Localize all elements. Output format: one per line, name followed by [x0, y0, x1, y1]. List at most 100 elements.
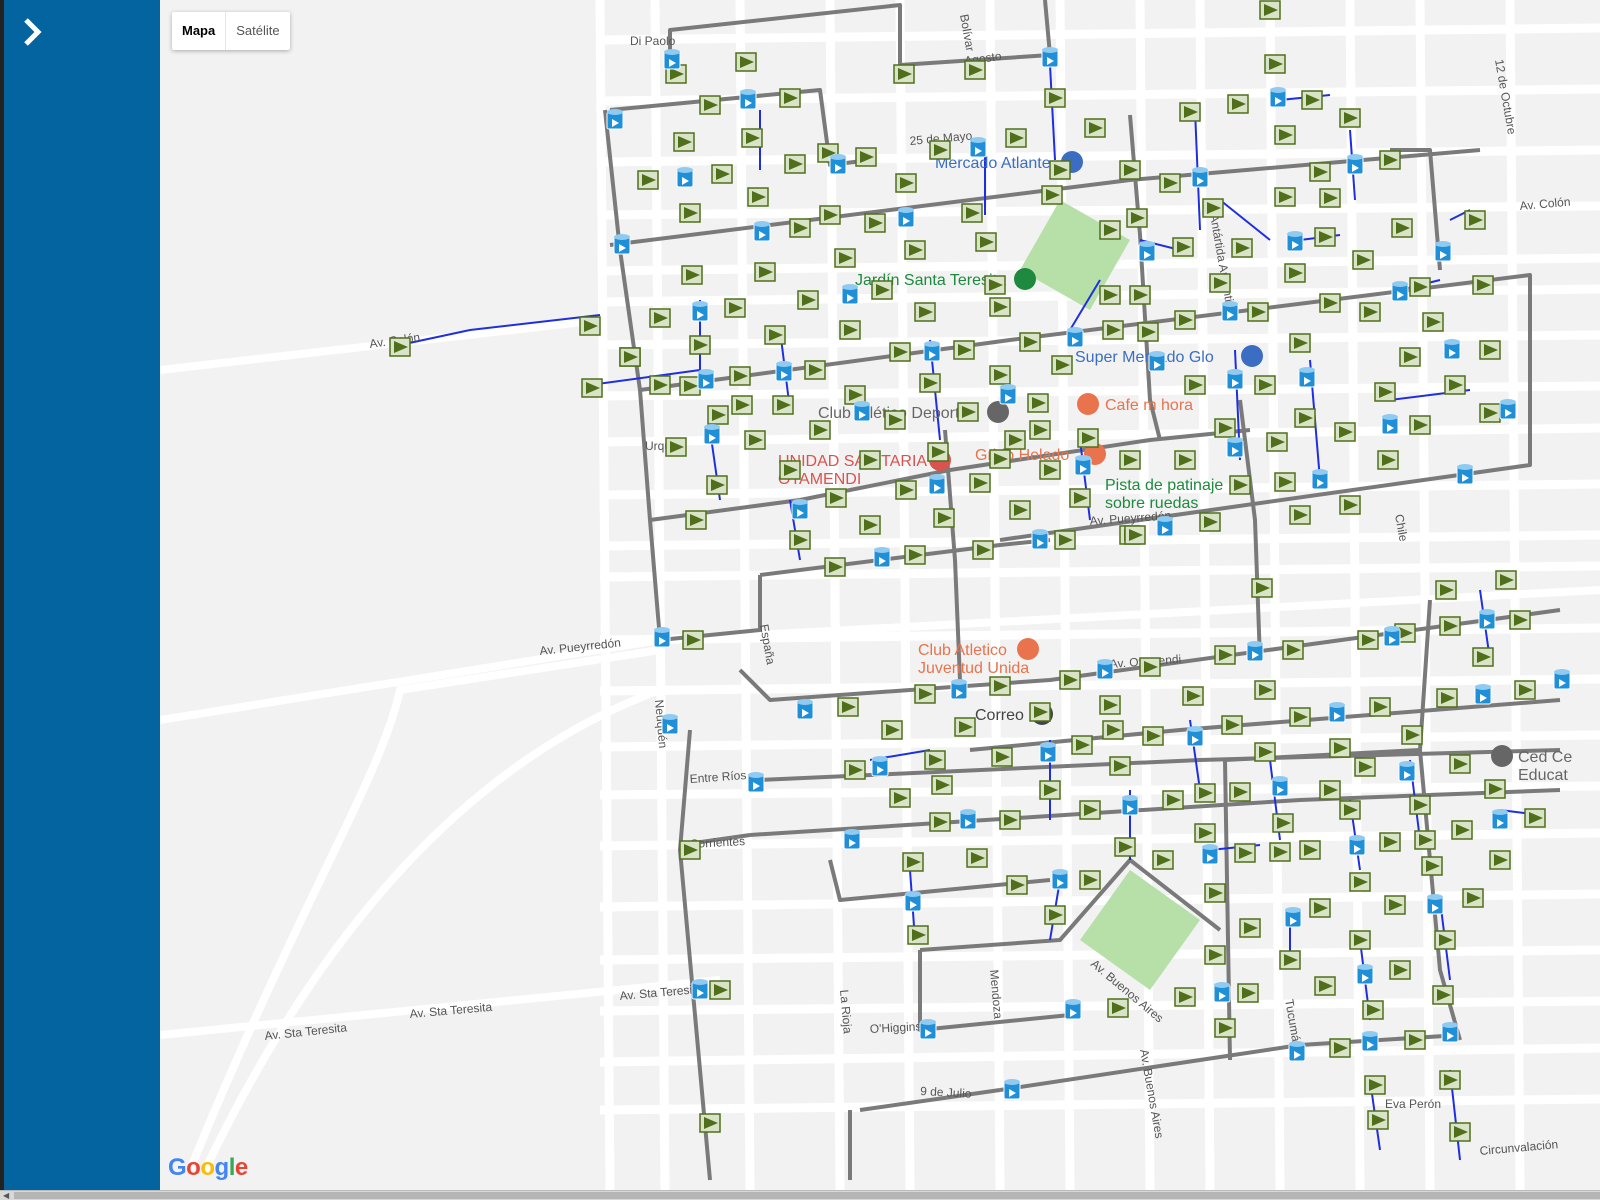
- valve-marker-icon[interactable]: [1301, 90, 1323, 110]
- tank-marker-icon[interactable]: [897, 207, 915, 228]
- valve-marker-icon[interactable]: [1214, 1018, 1236, 1038]
- valve-marker-icon[interactable]: [709, 980, 731, 1000]
- valve-marker-icon[interactable]: [649, 375, 671, 395]
- valve-marker-icon[interactable]: [1227, 94, 1249, 114]
- valve-marker-icon[interactable]: [1124, 525, 1146, 545]
- valve-marker-icon[interactable]: [1239, 918, 1261, 938]
- tank-marker-icon[interactable]: [663, 49, 681, 70]
- valve-marker-icon[interactable]: [989, 297, 1011, 317]
- valve-marker-icon[interactable]: [637, 170, 659, 190]
- valve-marker-icon[interactable]: [1247, 302, 1269, 322]
- valve-marker-icon[interactable]: [1051, 355, 1073, 375]
- valve-marker-icon[interactable]: [1005, 128, 1027, 148]
- valve-marker-icon[interactable]: [1422, 312, 1444, 332]
- valve-marker-icon[interactable]: [772, 395, 794, 415]
- valve-marker-icon[interactable]: [1214, 645, 1236, 665]
- valve-marker-icon[interactable]: [1204, 945, 1226, 965]
- tank-marker-icon[interactable]: [1391, 281, 1409, 302]
- valve-marker-icon[interactable]: [1027, 393, 1049, 413]
- valve-marker-icon[interactable]: [1289, 505, 1311, 525]
- valve-marker-icon[interactable]: [1314, 976, 1336, 996]
- tank-marker-icon[interactable]: [1138, 241, 1156, 262]
- valve-marker-icon[interactable]: [699, 1113, 721, 1133]
- tank-marker-icon[interactable]: [775, 361, 793, 382]
- valve-marker-icon[interactable]: [1259, 0, 1281, 20]
- valve-marker-icon[interactable]: [1209, 273, 1231, 293]
- valve-marker-icon[interactable]: [1129, 285, 1151, 305]
- valve-marker-icon[interactable]: [929, 812, 951, 832]
- valve-marker-icon[interactable]: [1272, 813, 1294, 833]
- valve-marker-icon[interactable]: [1009, 500, 1031, 520]
- valve-marker-icon[interactable]: [1379, 150, 1401, 170]
- expand-panel-button[interactable]: [14, 14, 50, 50]
- tank-marker-icon[interactable]: [661, 714, 679, 735]
- valve-marker-icon[interactable]: [1084, 118, 1106, 138]
- tank-marker-icon[interactable]: [1148, 351, 1166, 372]
- valve-marker-icon[interactable]: [1449, 754, 1471, 774]
- valve-marker-icon[interactable]: [1414, 830, 1436, 850]
- valve-marker-icon[interactable]: [1401, 725, 1423, 745]
- valve-marker-icon[interactable]: [1039, 780, 1061, 800]
- valve-marker-icon[interactable]: [1254, 742, 1276, 762]
- valve-marker-icon[interactable]: [679, 376, 701, 396]
- valve-marker-icon[interactable]: [904, 545, 926, 565]
- valve-marker-icon[interactable]: [889, 788, 911, 808]
- valve-marker-icon[interactable]: [1254, 375, 1276, 395]
- valve-marker-icon[interactable]: [914, 684, 936, 704]
- valve-marker-icon[interactable]: [1214, 418, 1236, 438]
- valve-marker-icon[interactable]: [819, 205, 841, 225]
- tank-marker-icon[interactable]: [928, 474, 946, 495]
- valve-marker-icon[interactable]: [1404, 1030, 1426, 1050]
- valve-marker-icon[interactable]: [929, 140, 951, 160]
- valve-marker-icon[interactable]: [1041, 185, 1063, 205]
- tank-marker-icon[interactable]: [697, 369, 715, 390]
- tank-marker-icon[interactable]: [1398, 761, 1416, 782]
- tank-marker-icon[interactable]: [1226, 369, 1244, 390]
- valve-marker-icon[interactable]: [707, 405, 729, 425]
- tree-icon[interactable]: [1014, 268, 1036, 290]
- tank-marker-icon[interactable]: [1381, 414, 1399, 435]
- valve-marker-icon[interactable]: [779, 460, 801, 480]
- valve-marker-icon[interactable]: [1029, 420, 1051, 440]
- tank-marker-icon[interactable]: [739, 89, 757, 110]
- poi-label[interactable]: Mercado Atlante: [935, 155, 1051, 172]
- valve-marker-icon[interactable]: [1284, 263, 1306, 283]
- tank-marker-icon[interactable]: [753, 221, 771, 242]
- valve-marker-icon[interactable]: [837, 697, 859, 717]
- valve-marker-icon[interactable]: [1069, 488, 1091, 508]
- tank-marker-icon[interactable]: [1246, 641, 1264, 662]
- valve-marker-icon[interactable]: [1172, 237, 1194, 257]
- tank-marker-icon[interactable]: [1298, 367, 1316, 388]
- poi-label[interactable]: Ced Ce Educat: [1518, 749, 1572, 784]
- valve-marker-icon[interactable]: [1079, 870, 1101, 890]
- valve-marker-icon[interactable]: [972, 540, 994, 560]
- tank-marker-icon[interactable]: [1441, 1022, 1459, 1043]
- valve-marker-icon[interactable]: [764, 325, 786, 345]
- valve-marker-icon[interactable]: [1524, 808, 1546, 828]
- valve-marker-icon[interactable]: [855, 147, 877, 167]
- tank-marker-icon[interactable]: [959, 809, 977, 830]
- food-icon[interactable]: [1077, 393, 1099, 415]
- tank-marker-icon[interactable]: [1031, 529, 1049, 550]
- valve-marker-icon[interactable]: [1107, 998, 1129, 1018]
- map-view-button[interactable]: Mapa: [172, 12, 225, 50]
- valve-marker-icon[interactable]: [724, 298, 746, 318]
- valve-marker-icon[interactable]: [1409, 415, 1431, 435]
- valve-marker-icon[interactable]: [1339, 495, 1361, 515]
- valve-marker-icon[interactable]: [1054, 530, 1076, 550]
- valve-marker-icon[interactable]: [1421, 856, 1443, 876]
- tank-marker-icon[interactable]: [1499, 399, 1517, 420]
- valve-marker-icon[interactable]: [1194, 823, 1216, 843]
- valve-marker-icon[interactable]: [957, 402, 979, 422]
- tank-marker-icon[interactable]: [1328, 702, 1346, 723]
- valve-marker-icon[interactable]: [747, 187, 769, 207]
- valve-marker-icon[interactable]: [685, 510, 707, 530]
- tank-marker-icon[interactable]: [796, 699, 814, 720]
- tank-marker-icon[interactable]: [1213, 982, 1231, 1003]
- valve-marker-icon[interactable]: [1202, 198, 1224, 218]
- horizontal-scrollbar[interactable]: ◀: [0, 1190, 1600, 1200]
- tank-marker-icon[interactable]: [969, 137, 987, 158]
- valve-marker-icon[interactable]: [735, 52, 757, 72]
- tank-marker-icon[interactable]: [919, 1019, 937, 1040]
- valve-marker-icon[interactable]: [904, 240, 926, 260]
